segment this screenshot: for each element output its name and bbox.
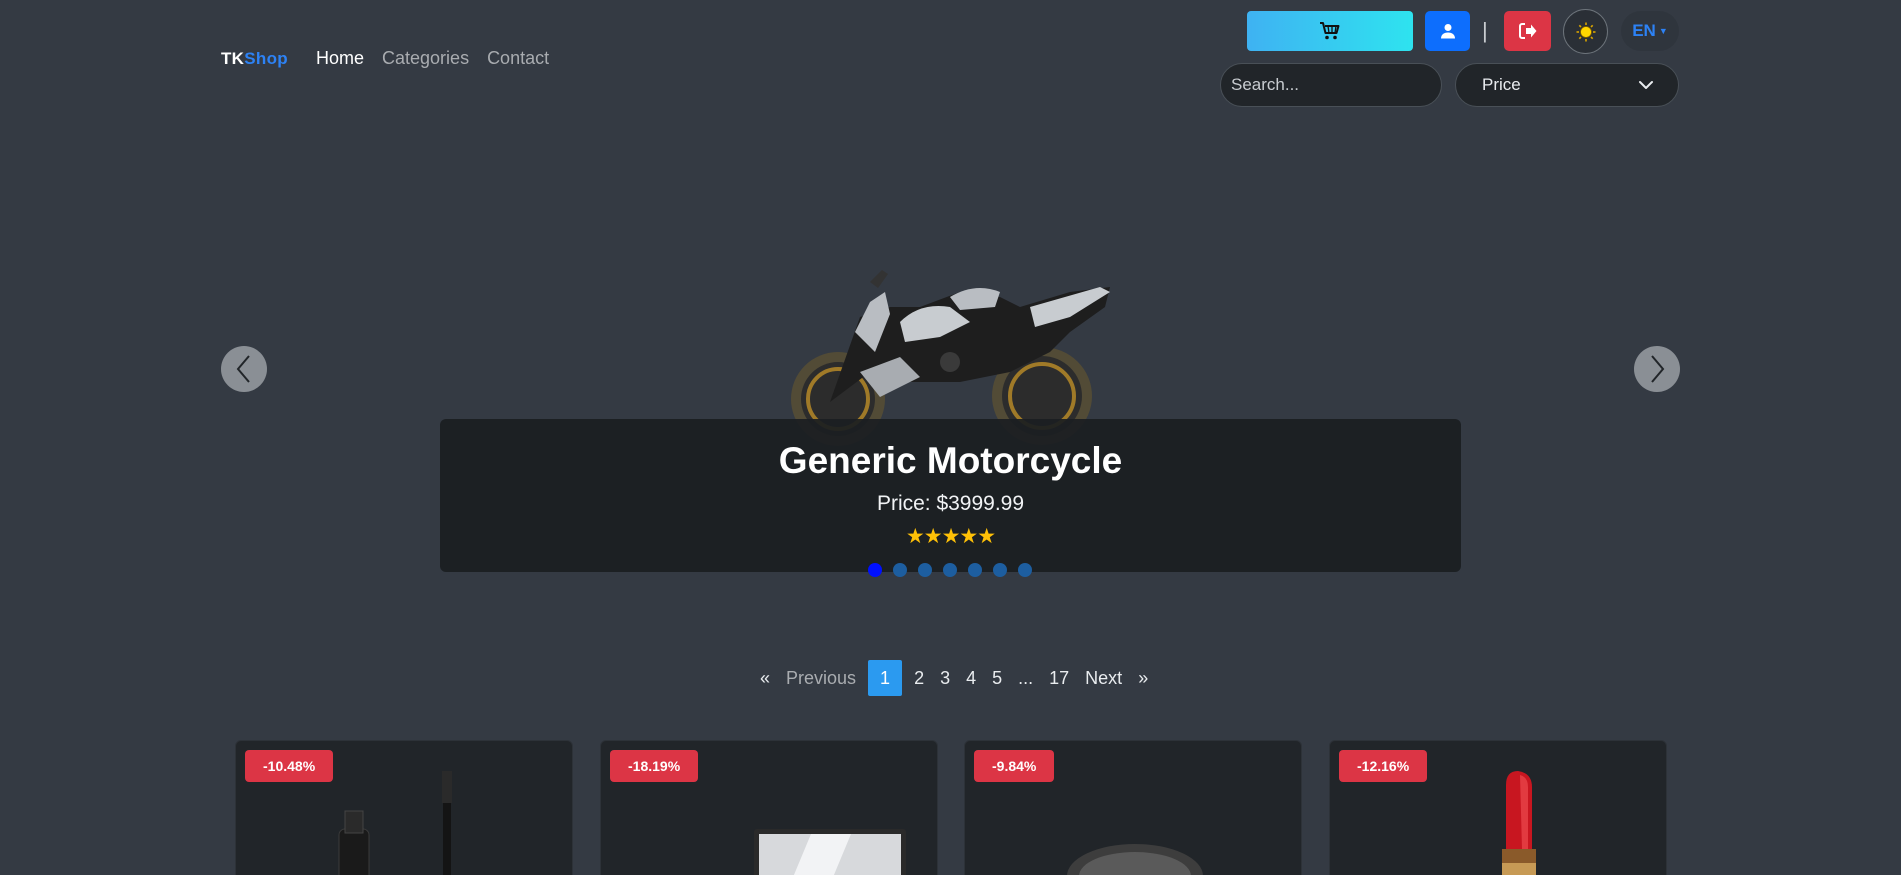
pagination-page[interactable]: 1	[868, 660, 903, 696]
header-separator: |	[1482, 18, 1488, 43]
product-card[interactable]: -18.19%	[600, 740, 938, 875]
search-input[interactable]	[1220, 63, 1442, 107]
carousel-indicator[interactable]	[1018, 563, 1032, 577]
pagination-next-arrow[interactable]: »	[1130, 660, 1156, 696]
pagination-page[interactable]: 2	[906, 660, 932, 696]
carousel-caption: Generic Motorcycle Price: $3999.99 ★★★★★	[440, 419, 1461, 572]
main-nav: Home Categories Contact	[316, 48, 549, 69]
user-button[interactable]	[1425, 11, 1470, 51]
nav-contact[interactable]: Contact	[487, 48, 549, 69]
cart-button[interactable]	[1247, 11, 1413, 51]
discount-badge: -9.84%	[974, 750, 1055, 782]
pagination-ellipsis: ...	[1018, 668, 1034, 688]
carousel-product-price: Price: $3999.99	[876, 492, 1025, 515]
discount-badge: -18.19%	[610, 750, 699, 782]
pagination-page[interactable]: 17	[1041, 660, 1077, 696]
product-card[interactable]: -10.48%	[235, 740, 573, 875]
pagination-page[interactable]: 5	[984, 660, 1010, 696]
carousel-indicator[interactable]	[918, 563, 932, 577]
language-label: EN	[1632, 21, 1656, 40]
carousel-indicators	[868, 563, 1032, 577]
chevron-right-icon	[1651, 355, 1665, 383]
logout-icon	[1518, 23, 1536, 39]
carousel-indicator[interactable]	[993, 563, 1007, 577]
rating-stars: ★★★★★	[905, 525, 996, 548]
pagination-next[interactable]: Next	[1077, 660, 1130, 696]
carousel-product-title[interactable]: Generic Motorcycle	[440, 440, 1461, 482]
brand-part-2: Shop	[244, 49, 288, 68]
language-dropdown[interactable]: EN ▼	[1621, 11, 1679, 51]
logout-button[interactable]	[1504, 11, 1551, 51]
brand-logo[interactable]: TKShop	[221, 49, 288, 69]
nav-home[interactable]: Home	[316, 48, 364, 69]
sun-icon	[1576, 22, 1595, 41]
brand-part-1: TK	[221, 49, 245, 68]
mascara-icon	[338, 771, 452, 875]
product-card[interactable]: -12.16%	[1329, 740, 1667, 875]
carousel-next-button[interactable]	[1634, 346, 1680, 392]
discount-badge: -12.16%	[1339, 750, 1428, 782]
sort-select-value: Price	[1482, 75, 1521, 94]
mirror-icon	[754, 829, 906, 875]
chevron-left-icon	[236, 355, 250, 383]
user-icon	[1440, 24, 1455, 39]
product-card[interactable]: -9.84%	[964, 740, 1302, 875]
carousel-prev-button[interactable]	[221, 346, 267, 392]
cart-icon	[1320, 22, 1340, 40]
pagination-prev-arrow[interactable]: «	[752, 660, 778, 696]
pagination-previous[interactable]: Previous	[778, 660, 864, 696]
sort-select[interactable]: Price	[1455, 63, 1679, 107]
lipstick-icon	[1502, 771, 1536, 875]
pagination-page[interactable]: 3	[932, 660, 958, 696]
pagination-page[interactable]: 4	[958, 660, 984, 696]
carousel-indicator[interactable]	[968, 563, 982, 577]
powder-compact-icon	[1067, 844, 1203, 875]
carousel-indicator[interactable]	[893, 563, 907, 577]
pagination: « Previous 1 2 3 4 5... 17 Next »	[752, 660, 1156, 696]
carousel-indicator[interactable]	[868, 563, 882, 577]
caret-down-icon: ▼	[1658, 26, 1668, 36]
carousel-indicator[interactable]	[943, 563, 957, 577]
nav-categories[interactable]: Categories	[382, 48, 469, 69]
discount-badge: -10.48%	[245, 750, 334, 782]
chevron-down-icon	[1639, 81, 1653, 89]
theme-toggle-button[interactable]	[1563, 9, 1608, 54]
